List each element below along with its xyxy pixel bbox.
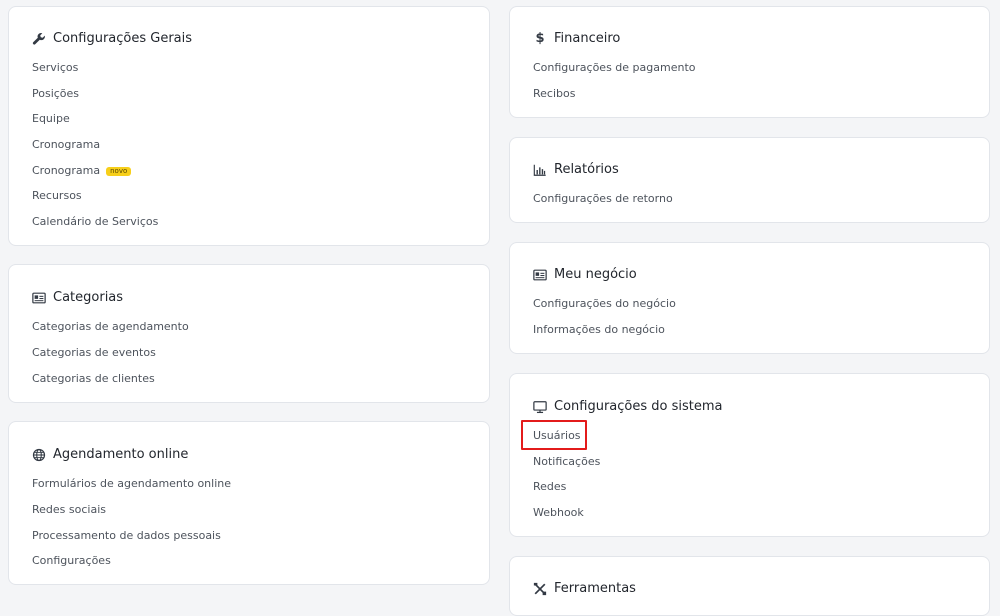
link-cronograma-novo[interactable]: Cronograma novo <box>32 164 132 178</box>
link-configuracoes-negocio[interactable]: Configurações do negócio <box>533 297 676 311</box>
globe-icon <box>32 448 46 462</box>
link-recursos[interactable]: Recursos <box>32 189 82 203</box>
link-configuracoes-pagamento[interactable]: Configurações de pagamento <box>533 61 696 75</box>
link-usuarios[interactable]: Usuários <box>533 429 581 443</box>
card-relatorios: Relatórios Configurações de retorno <box>509 137 990 223</box>
link-formularios-agendamento[interactable]: Formulários de agendamento online <box>32 477 231 491</box>
link-cronograma[interactable]: Cronograma <box>32 138 100 152</box>
dollar-icon: $ <box>535 31 545 46</box>
card-title: Categorias <box>32 290 123 305</box>
bar-chart-icon <box>533 163 547 177</box>
id-card-icon <box>533 268 547 282</box>
link-equipe[interactable]: Equipe <box>32 112 70 126</box>
id-card-icon <box>32 291 46 305</box>
link-configuracoes[interactable]: Configurações <box>32 554 111 568</box>
link-redes-sociais[interactable]: Redes sociais <box>32 503 106 517</box>
wrench-icon <box>32 32 46 46</box>
card-title: Configurações do sistema <box>533 399 723 414</box>
card-configuracoes-sistema: Configurações do sistema Usuários Notifi… <box>509 373 990 537</box>
card-title: Ferramentas <box>533 581 636 596</box>
link-notificacoes[interactable]: Notificações <box>533 455 600 469</box>
card-financeiro: $ Financeiro Configurações de pagamento … <box>509 6 990 118</box>
card-title-text: Categorias <box>53 290 124 305</box>
card-title-text: Relatórios <box>554 162 619 177</box>
card-meu-negocio: Meu negócio Configurações do negócio Inf… <box>509 242 990 354</box>
card-agendamento-online: Agendamento online Formulários de agenda… <box>8 421 490 585</box>
card-title: Agendamento online <box>32 447 188 462</box>
link-redes[interactable]: Redes <box>533 480 566 494</box>
card-title-text: Configurações Gerais <box>53 31 193 46</box>
link-categorias-agendamento[interactable]: Categorias de agendamento <box>32 320 189 334</box>
novo-badge: novo <box>106 167 132 176</box>
card-title-text: Agendamento online <box>53 447 189 462</box>
card-title-text: Configurações do sistema <box>554 399 723 414</box>
card-title: $ Financeiro <box>533 31 620 46</box>
link-informacoes-negocio[interactable]: Informações do negócio <box>533 323 665 337</box>
link-processamento-dados[interactable]: Processamento de dados pessoais <box>32 529 221 543</box>
monitor-icon <box>533 400 547 414</box>
link-label: Cronograma <box>32 164 101 177</box>
card-ferramentas: Ferramentas <box>509 556 990 616</box>
link-recibos[interactable]: Recibos <box>533 87 575 101</box>
link-posicoes[interactable]: Posições <box>32 87 79 101</box>
card-configuracoes-gerais: Configurações Gerais Serviços Posições E… <box>8 6 490 246</box>
card-title-text: Ferramentas <box>554 581 636 596</box>
link-categorias-clientes[interactable]: Categorias de clientes <box>32 372 155 386</box>
card-title: Relatórios <box>533 162 619 177</box>
tools-icon <box>533 582 547 596</box>
card-title-text: Financeiro <box>554 31 621 46</box>
link-servicos[interactable]: Serviços <box>32 61 78 75</box>
card-title: Configurações Gerais <box>32 31 192 46</box>
card-title-text: Meu negócio <box>554 267 637 282</box>
link-calendario-servicos[interactable]: Calendário de Serviços <box>32 215 158 229</box>
card-categorias: Categorias Categorias de agendamento Cat… <box>8 264 490 403</box>
card-title: Meu negócio <box>533 267 637 282</box>
link-configuracoes-retorno[interactable]: Configurações de retorno <box>533 192 673 206</box>
link-webhook[interactable]: Webhook <box>533 506 584 520</box>
link-categorias-eventos[interactable]: Categorias de eventos <box>32 346 156 360</box>
